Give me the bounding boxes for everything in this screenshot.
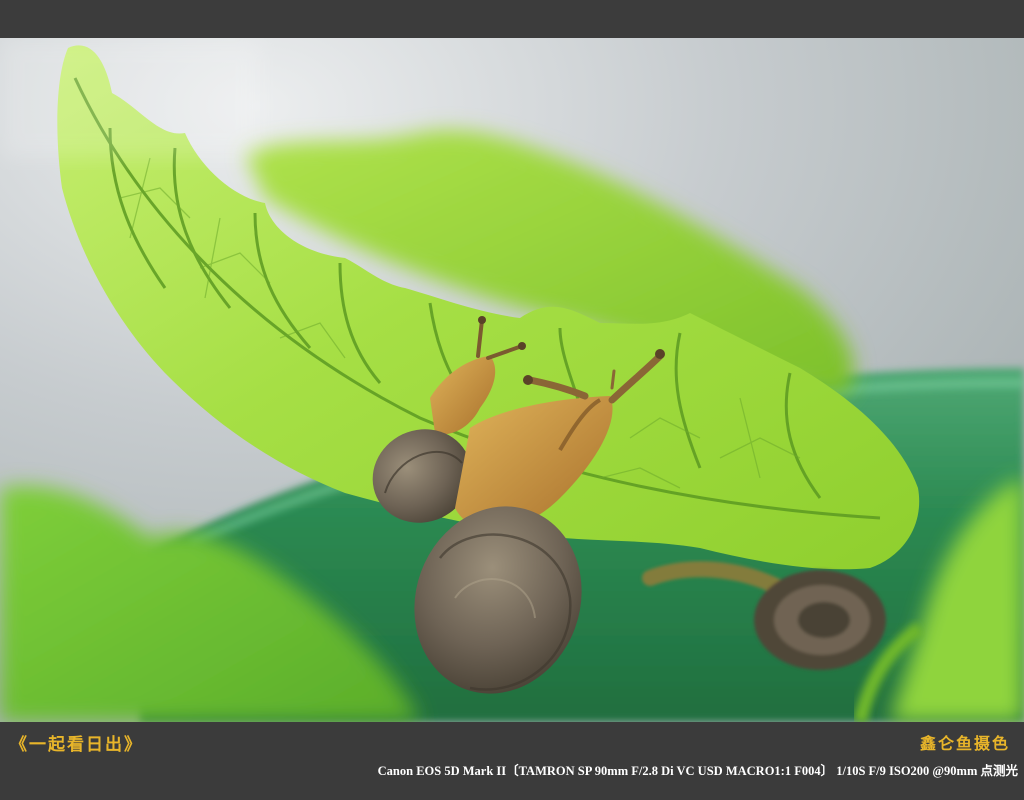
exif-info: Canon EOS 5D Mark II〔TAMRON SP 90mm F/2.…: [377, 764, 1018, 778]
top-frame-bar: [0, 0, 1024, 38]
caption-bar: 《一起看日出》 鑫仑鱼摄色 Canon EOS 5D Mark II〔TAMRO…: [0, 722, 1024, 800]
macro-photo: [0, 38, 1024, 722]
photographer-signature: 鑫仑鱼摄色: [919, 734, 1010, 753]
photo-illustration: [0, 38, 1024, 722]
album-title: 《一起看日出》: [10, 735, 143, 755]
